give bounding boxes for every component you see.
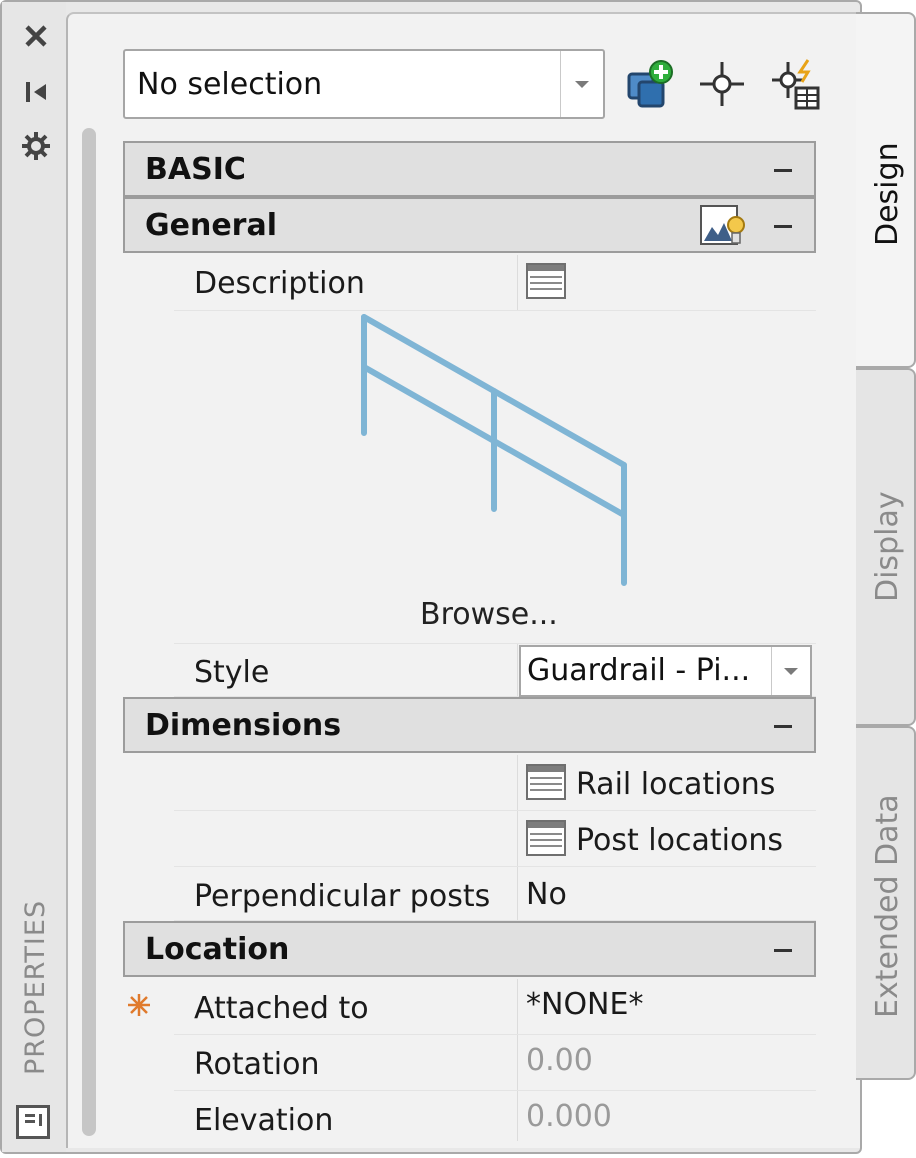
browse-link[interactable]: Browse...: [420, 597, 558, 632]
description-editor-icon[interactable]: [526, 263, 566, 299]
tab-design-label: Design: [870, 142, 905, 246]
category-dimensions[interactable]: Dimensions: [123, 697, 816, 753]
close-icon[interactable]: [20, 20, 52, 52]
post-locations-link[interactable]: Post locations: [576, 823, 783, 858]
collapse-icon[interactable]: [774, 949, 792, 952]
property-label: Perpendicular posts: [194, 879, 491, 914]
table-icon: [526, 764, 566, 800]
palette-properties-icon[interactable]: [16, 1105, 50, 1139]
tab-display[interactable]: Display: [856, 368, 916, 726]
property-label: Description: [194, 266, 365, 301]
category-general-label: General: [145, 208, 277, 243]
property-row-perpendicular-posts[interactable]: Perpendicular posts No: [174, 867, 816, 921]
property-label: Attached to: [194, 991, 369, 1026]
tab-extended-data-label: Extended Data: [870, 794, 905, 1018]
tab-design[interactable]: Design: [856, 12, 916, 368]
style-dropdown[interactable]: Guardrail - Pi...: [519, 645, 812, 697]
table-icon: [526, 820, 566, 856]
attached-to-value[interactable]: *NONE*: [526, 987, 643, 1022]
elevation-value[interactable]: 0.000: [526, 1099, 612, 1134]
quick-select-icon[interactable]: [770, 58, 822, 110]
category-basic-label: BASIC: [145, 152, 246, 187]
property-row-description: Description: [174, 255, 816, 311]
category-general[interactable]: General: [123, 197, 816, 253]
property-row-attached-to[interactable]: Attached to *NONE*: [174, 979, 816, 1035]
category-basic[interactable]: BASIC: [123, 141, 816, 197]
chevron-down-icon: [784, 668, 798, 675]
property-row-elevation[interactable]: Elevation 0.000: [174, 1091, 816, 1141]
rail-locations-link[interactable]: Rail locations: [576, 767, 775, 802]
scrollbar[interactable]: [82, 128, 96, 1136]
style-preview[interactable]: Browse...: [174, 311, 816, 644]
rotation-value[interactable]: 0.00: [526, 1043, 593, 1078]
category-dimensions-label: Dimensions: [145, 708, 342, 743]
style-thumbnail-icon[interactable]: [700, 205, 746, 247]
property-row-rotation[interactable]: Rotation 0.00: [174, 1035, 816, 1091]
collapse-icon[interactable]: [774, 169, 792, 172]
collapse-icon[interactable]: [774, 725, 792, 728]
style-value: Guardrail - Pi...: [527, 653, 751, 688]
select-objects-icon[interactable]: [625, 58, 677, 110]
asterisk-icon: [128, 994, 150, 1016]
palette-vertical-title: PROPERTIES: [20, 899, 51, 1075]
tab-display-label: Display: [870, 491, 905, 602]
style-dropdown-button[interactable]: [771, 647, 810, 695]
property-row-post-locations[interactable]: Post locations: [174, 811, 816, 867]
property-label: Style: [194, 655, 270, 690]
crosshair-icon[interactable]: [696, 58, 748, 110]
selection-dropdown-button[interactable]: [560, 51, 603, 117]
selection-dropdown[interactable]: No selection: [123, 49, 605, 119]
collapse-icon[interactable]: [774, 225, 792, 228]
property-label: Elevation: [194, 1103, 334, 1138]
perpendicular-posts-value[interactable]: No: [526, 877, 567, 912]
chevron-down-icon: [575, 81, 589, 88]
property-row-rail-locations[interactable]: Rail locations: [174, 755, 816, 811]
gear-icon[interactable]: [20, 130, 52, 162]
tab-extended-data[interactable]: Extended Data: [856, 726, 916, 1080]
guardrail-preview-image: [361, 314, 627, 586]
auto-hide-icon[interactable]: [20, 76, 52, 108]
category-location[interactable]: Location: [123, 921, 816, 977]
property-label: Rotation: [194, 1047, 320, 1082]
category-location-label: Location: [145, 932, 290, 967]
selection-value: No selection: [137, 67, 323, 102]
